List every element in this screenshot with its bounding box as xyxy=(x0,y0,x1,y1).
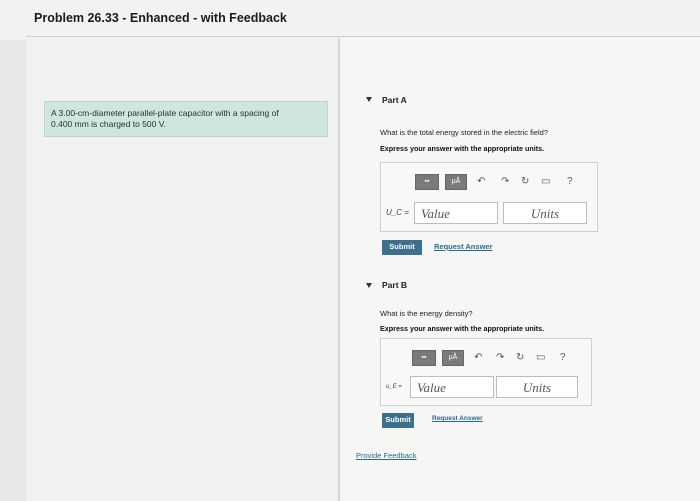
part-a-question: What is the total energy stored in the e… xyxy=(380,128,549,137)
templates-icon[interactable]: ▪▪ xyxy=(412,350,436,366)
problem-header: Problem 26.33 - Enhanced - with Feedback xyxy=(0,0,700,40)
units-mu-button[interactable]: μÅ xyxy=(445,174,467,190)
part-a-value-input[interactable]: Value xyxy=(414,202,498,224)
part-a-units-input[interactable]: Units xyxy=(503,202,587,224)
help-icon[interactable]: ? xyxy=(560,350,566,366)
keyboard-icon[interactable]: ▭ xyxy=(541,174,550,190)
keyboard-icon[interactable]: ▭ xyxy=(536,350,545,366)
problem-line-1: A 3.00-cm-diameter parallel-plate capaci… xyxy=(51,108,279,118)
part-a-toolbar: ▪▪ μÅ ↶ ↷ ↻ ▭ ? xyxy=(415,174,585,190)
redo-icon[interactable]: ↷ xyxy=(501,174,509,190)
part-b-request-answer-link[interactable]: Request Answer xyxy=(432,415,483,422)
part-b-instruction: Express your answer with the appropriate… xyxy=(380,324,545,333)
templates-icon[interactable]: ▪▪ xyxy=(415,174,439,190)
parts-panel xyxy=(340,38,700,501)
part-a-submit-button[interactable]: Submit xyxy=(382,240,422,255)
units-mu-button[interactable]: μÅ xyxy=(442,350,464,366)
reset-icon[interactable]: ↻ xyxy=(521,174,529,190)
part-a-label[interactable]: Part A xyxy=(382,95,407,105)
help-icon[interactable]: ? xyxy=(567,174,573,190)
problem-line-2: 0.400 mm is charged to 500 V. xyxy=(51,119,166,129)
header-divider xyxy=(26,36,700,37)
undo-icon[interactable]: ↶ xyxy=(474,350,482,366)
problem-statement: A 3.00-cm-diameter parallel-plate capaci… xyxy=(44,101,328,137)
part-b-value-input[interactable]: Value xyxy=(410,376,494,398)
part-a-instruction: Express your answer with the appropriate… xyxy=(380,144,545,153)
part-b-question: What is the energy density? xyxy=(380,309,473,318)
part-a-request-answer-link[interactable]: Request Answer xyxy=(434,242,493,251)
part-b-toolbar: ▪▪ μÅ ↶ ↷ ↻ ▭ ? xyxy=(412,350,582,366)
part-b-variable-label: u_E = xyxy=(386,384,402,390)
collapse-part-a-icon[interactable] xyxy=(366,97,372,102)
page-title: Problem 26.33 - Enhanced - with Feedback xyxy=(34,11,287,25)
part-b-submit-button[interactable]: Submit xyxy=(382,413,414,428)
part-b-label[interactable]: Part B xyxy=(382,280,407,290)
reset-icon[interactable]: ↻ xyxy=(516,350,524,366)
collapse-part-b-icon[interactable] xyxy=(366,283,372,288)
redo-icon[interactable]: ↷ xyxy=(496,350,504,366)
part-a-variable-label: U_C = xyxy=(386,208,409,217)
undo-icon[interactable]: ↶ xyxy=(477,174,485,190)
provide-feedback-link[interactable]: Provide Feedback xyxy=(356,451,416,460)
part-b-units-input[interactable]: Units xyxy=(496,376,578,398)
